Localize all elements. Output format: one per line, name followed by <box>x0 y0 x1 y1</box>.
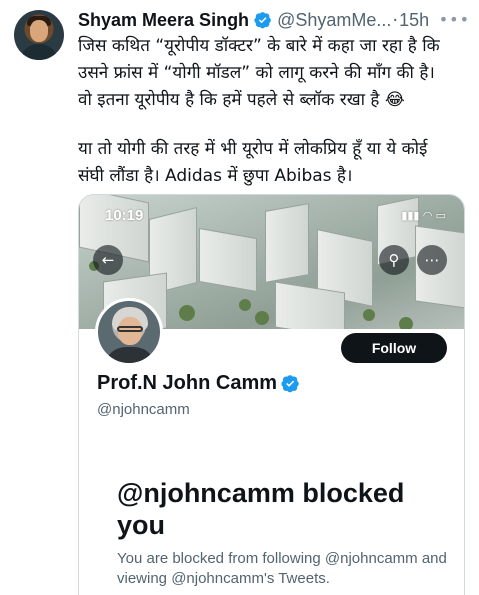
back-arrow-icon: ← <box>101 251 115 269</box>
separator-dot: · <box>392 9 399 31</box>
more-button[interactable]: ⋯ <box>417 245 447 275</box>
search-button[interactable]: ⚲ <box>379 245 409 275</box>
status-bar-time: 10:19 <box>105 207 144 224</box>
profile-name: Prof.N John Camm <box>97 372 278 394</box>
profile-handle: @njohncamm <box>97 401 190 418</box>
tweet-timestamp[interactable]: 15h <box>399 10 429 31</box>
verified-badge-icon <box>254 12 271 29</box>
author-handle[interactable]: @ShyamMe... <box>277 10 391 31</box>
tweet-text-line: या तो योगी की तरह में भी यूरोप में लोकप्… <box>78 139 428 159</box>
status-bar-icons: ▮▮▮ ◠ ▭ <box>401 209 446 222</box>
profile-avatar[interactable] <box>95 298 163 366</box>
tweet-text: जिस कथित “यूरोपीय डॉक्टर” के बारे में कह… <box>78 33 474 190</box>
more-options-icon: ⋯ <box>424 251 440 269</box>
back-button[interactable]: ← <box>93 245 123 275</box>
blocked-title: @njohncamm blocked you <box>117 478 405 540</box>
profile-name-row: Prof.N John Camm <box>97 372 300 395</box>
author-avatar[interactable] <box>14 10 64 60</box>
tweet-text-line: संघी लौंडा है। Adidas में छुपा Abibas है… <box>78 166 353 186</box>
author-name[interactable]: Shyam Meera Singh <box>78 10 249 31</box>
search-icon: ⚲ <box>388 251 400 269</box>
verified-badge-icon <box>281 375 299 393</box>
more-options-icon[interactable]: ••• <box>439 10 470 29</box>
embedded-screenshot[interactable]: 10:19 ▮▮▮ ◠ ▭ ← ⚲ ⋯ Follow Prof.N John C… <box>78 194 465 595</box>
blocked-description: You are blocked from following @njohncam… <box>117 550 447 587</box>
tweet-text-line: जिस कथित “यूरोपीय डॉक्टर” के बारे में कह… <box>78 36 440 56</box>
tweet: Shyam Meera Singh @ShyamMe... · 15h ••• … <box>0 0 479 595</box>
follow-button[interactable]: Follow <box>341 333 447 363</box>
tweet-text-line: वो इतना यूरोपीय है कि हमें पहले से ब्लॉक… <box>78 90 405 110</box>
tweet-header: Shyam Meera Singh @ShyamMe... · 15h ••• <box>78 8 470 32</box>
tweet-text-line: उसने फ्रांस में “योगी मॉडल” को लागू करने… <box>78 63 435 83</box>
